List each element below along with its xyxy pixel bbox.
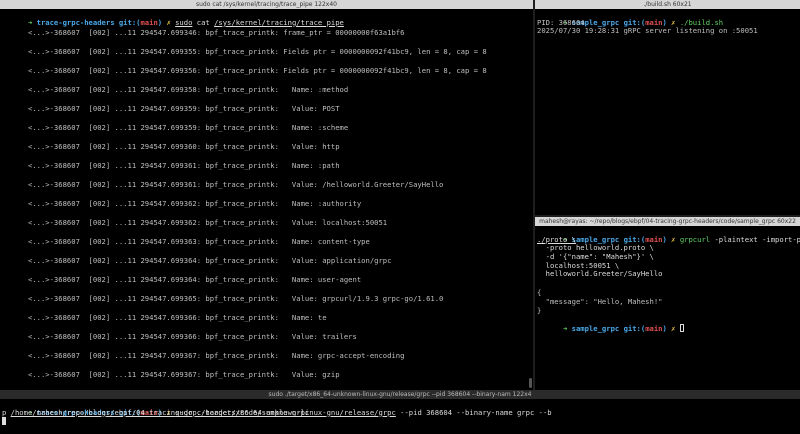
trace-line: <...>-368607 [002] ...11 294547.699366: … xyxy=(2,312,327,322)
trace-pipe-terminal[interactable]: sudo cat /sys/kernel/tracing/trace_pipe … xyxy=(0,0,533,390)
trace-output: <...>-368607 [002] ...11 294547.699346: … xyxy=(2,19,531,380)
trace-line: <...>-368607 [002] ...11 294547.699367: … xyxy=(2,350,405,360)
trace-pipe-titlebar: sudo cat /sys/kernel/tracing/trace_pipe … xyxy=(0,0,533,9)
trace-line: <...>-368607 [002] ...11 294547.699362: … xyxy=(2,217,388,227)
prompt-git-close: ) xyxy=(157,17,163,27)
trace-line: <...>-368607 [002] ...11 294547.699346: … xyxy=(2,27,405,37)
loader-cursor-line xyxy=(2,417,798,426)
prompt-arrow-icon: ➜ xyxy=(562,324,568,334)
grpcurl-cont-line: helloworld.Greeter/SayHello xyxy=(537,269,663,279)
prompt-dirty-icon: ✗ xyxy=(671,17,676,27)
trace-line: <...>-368607 [002] ...11 294547.699355: … xyxy=(2,46,487,56)
grpcurl-titlebar: mahesh@rayas: ~/repo/blogs/ebpf/04-traci… xyxy=(535,217,800,226)
prompt-dirty-icon: ✗ xyxy=(166,17,171,27)
wrap-prefix: p xyxy=(2,407,11,417)
prompt-cwd: sample_grpc xyxy=(571,324,620,334)
build-output-listening: 2025/07/30 19:28:31 gRPC server listenin… xyxy=(537,26,758,36)
grpcurl-output-line: "message": "Hello, Mahesh!" xyxy=(537,297,663,307)
prompt-git-label: git:( xyxy=(623,234,646,244)
text-cursor[interactable] xyxy=(679,324,684,333)
prompt-git-close: ) xyxy=(662,17,667,27)
trace-line: <...>-368607 [002] ...11 294547.699366: … xyxy=(2,331,357,341)
trace-line: <...>-368607 [002] ...11 294547.699363: … xyxy=(2,236,370,246)
prompt-command: sudo xyxy=(175,17,193,27)
prompt-dirty-icon: ✗ xyxy=(671,234,676,244)
prompt-args: -plaintext -import-path xyxy=(714,234,800,244)
prompt-branch: main xyxy=(645,17,663,27)
trace-line: <...>-368607 [002] ...11 294547.699361: … xyxy=(2,160,340,170)
loader-titlebar: sudo ./target/x86_64-unknown-linux-gnu/r… xyxy=(0,390,800,399)
trace-pipe-scrollbar[interactable] xyxy=(529,378,532,388)
trace-pipe-prompt: ➜ trace-grpc-headers git:(main) ✗ sudo c… xyxy=(2,10,531,27)
prompt-command: grpcurl xyxy=(679,234,711,244)
trace-line: <...>-368607 [002] ...11 294547.699359: … xyxy=(2,122,349,132)
trace-line: <...>-368607 [002] ...11 294547.699364: … xyxy=(2,255,392,265)
prompt-branch: main xyxy=(645,324,663,334)
grpcurl-terminal[interactable]: mahesh@rayas: ~/repo/blogs/ebpf/04-traci… xyxy=(535,217,800,390)
prompt-arrow-icon: ➜ xyxy=(27,17,33,27)
prompt-git-close: ) xyxy=(662,324,667,334)
prompt-git-close: ) xyxy=(662,234,667,244)
trace-line: <...>-368607 [002] ...11 294547.699358: … xyxy=(2,84,349,94)
prompt-git-label: git:( xyxy=(623,17,646,27)
prompt-cwd: sample_grpc xyxy=(571,234,620,244)
grpcurl-prompt-2: ➜ sample_grpc git:(main) ✗ xyxy=(537,315,798,333)
trace-line: <...>-368607 [002] ...11 294547.699360: … xyxy=(2,141,340,151)
trace-line: <...>-368607 [002] ...11 294547.699362: … xyxy=(2,198,362,208)
prompt-path: /sys/kernel/tracing/trace_pipe xyxy=(214,17,344,27)
prompt-git-label: git:( xyxy=(118,17,141,27)
grpcurl-output-line: } xyxy=(537,305,542,315)
prompt-args: cat xyxy=(196,17,210,27)
build-titlebar: ./build.sh 60x21 xyxy=(535,0,800,9)
trace-line: <...>-368607 [002] ...11 294547.699359: … xyxy=(2,103,340,113)
prompt-git-label: git:( xyxy=(623,324,646,334)
loader-terminal[interactable]: sudo ./target/x86_64-unknown-linux-gnu/r… xyxy=(0,390,800,434)
build-terminal[interactable]: ./build.sh 60x21 ➜ sample_grpc git:(main… xyxy=(535,0,800,215)
prompt-cwd: trace-grpc-headers xyxy=(36,17,115,27)
trace-line: <...>-368607 [002] ...11 294547.699356: … xyxy=(2,65,487,75)
prompt-branch: main xyxy=(645,234,663,244)
trace-line: <...>-368607 [002] ...11 294547.699361: … xyxy=(2,179,444,189)
trace-line: <...>-368607 [002] ...11 294547.699365: … xyxy=(2,293,444,303)
text-cursor[interactable] xyxy=(2,417,6,426)
prompt-args: --pid 368604 --binary-name grpc --b xyxy=(400,407,552,417)
trace-line: <...>-368607 [002] ...11 294547.699364: … xyxy=(2,274,362,284)
wrap-path: /home/mahesh/repo/blogs/ebpf/04-tracing-… xyxy=(10,407,310,417)
prompt-command: ./build.sh xyxy=(679,17,724,27)
prompt-dirty-icon: ✗ xyxy=(671,324,676,334)
trace-line: <...>-368607 [002] ...11 294547.699367: … xyxy=(2,369,340,379)
prompt-branch: main xyxy=(140,17,158,27)
grpcurl-prompt: ➜ sample_grpc git:(main) ✗ grpcurl -plai… xyxy=(537,227,800,244)
